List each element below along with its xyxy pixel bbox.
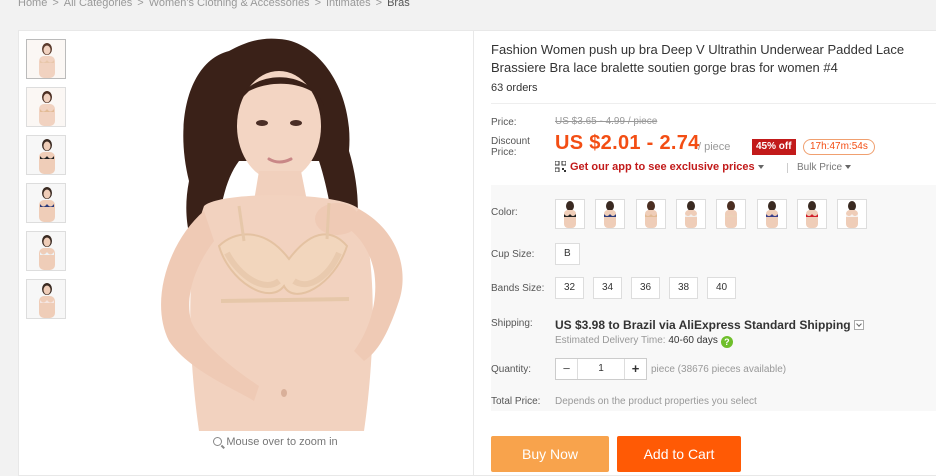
band-size-option-32[interactable]: 32 [555, 277, 585, 299]
thumbnail-3[interactable] [26, 135, 66, 175]
quantity-decrement-button[interactable]: − [556, 359, 578, 379]
panel-divider [473, 31, 474, 476]
quantity-available: piece (38676 pieces available) [651, 364, 787, 375]
total-price-value: Depends on the product properties you se… [555, 396, 757, 407]
color-swatch-black[interactable] [555, 199, 585, 229]
zoom-hint: Mouse over to zoom in [79, 436, 472, 448]
product-panel: Mouse over to zoom in Fashion Women push… [18, 30, 936, 476]
cup-size-label: Cup Size: [491, 249, 535, 260]
color-swatches [555, 199, 874, 229]
breadcrumb-separator: > [375, 0, 383, 9]
original-price: US $3.65 - 4.99 / piece [555, 116, 658, 127]
band-size-option-40[interactable]: 40 [707, 277, 737, 299]
total-price-label: Total Price: [491, 396, 541, 407]
breadcrumb: Home > All Categories > Women's Clothing & A… [18, 0, 410, 11]
shipping-label: Shipping: [491, 318, 533, 329]
app-promo-text: Get our app to see exclusive prices [570, 161, 755, 173]
delivery-value: 40-60 days [668, 335, 718, 346]
breadcrumb-separator: > [137, 0, 144, 9]
band-size-option-38[interactable]: 38 [669, 277, 699, 299]
bulk-price-dropdown[interactable]: Bulk Price [786, 162, 852, 173]
breadcrumb-separator: > [314, 0, 321, 9]
app-promo-link[interactable]: Get our app to see exclusive prices [555, 161, 764, 173]
countdown-timer: 17h:47m:54s [803, 139, 875, 155]
band-size-option-36[interactable]: 36 [631, 277, 661, 299]
color-label: Color: [491, 207, 518, 218]
color-swatch-white[interactable] [837, 199, 868, 229]
bulk-price-label: Bulk Price [797, 162, 843, 173]
breadcrumb-womens-clothing[interactable]: Women's Clothing & Accessories [149, 0, 310, 9]
thumbnail-1[interactable] [26, 39, 66, 79]
cup-size-option-b[interactable]: B [555, 243, 580, 265]
qr-code-icon [555, 161, 566, 172]
quantity-stepper: − 1 + [555, 358, 647, 380]
breadcrumb-separator: > [52, 0, 59, 9]
price-label: Price: [491, 117, 517, 128]
discount-price: US $2.01 - 2.74 [555, 132, 700, 154]
chevron-down-icon [757, 165, 764, 169]
add-to-cart-button[interactable]: Add to Cart [617, 436, 741, 472]
thumbnail-6[interactable] [26, 279, 66, 319]
quantity-label: Quantity: [491, 364, 532, 375]
color-swatch-navy-lace[interactable] [756, 199, 787, 229]
chevron-down-icon [845, 165, 852, 169]
quantity-increment-button[interactable]: + [624, 359, 646, 379]
color-swatch-red[interactable] [797, 199, 828, 229]
color-swatch-nude-lace[interactable] [716, 199, 747, 229]
per-unit: / piece [698, 141, 731, 153]
order-count: 63 orders [491, 82, 538, 94]
discount-price-label: Discount Price: [491, 136, 530, 158]
quantity-input[interactable]: 1 [578, 359, 624, 379]
zoom-hint-text: Mouse over to zoom in [226, 436, 338, 448]
discount-badge: 45% off [752, 139, 796, 155]
breadcrumb-current: Bras [387, 0, 410, 9]
divider [491, 103, 936, 104]
product-detail: Fashion Women push up bra Deep V Ultrath… [491, 31, 936, 476]
color-swatch-nude[interactable] [635, 199, 666, 229]
chevron-down-icon[interactable] [853, 320, 864, 330]
help-icon[interactable]: ? [720, 336, 733, 348]
breadcrumb-all-categories[interactable]: All Categories [64, 0, 132, 9]
color-swatch-navy[interactable] [595, 199, 626, 229]
product-title: Fashion Women push up bra Deep V Ultrath… [491, 42, 905, 75]
band-size-label: Bands Size: [491, 283, 545, 294]
shipping-summary-text: US $3.98 to Brazil via AliExpress Standa… [555, 318, 851, 332]
breadcrumb-intimates[interactable]: Intimates [326, 0, 371, 9]
color-swatch-white-lace[interactable] [676, 199, 707, 229]
band-size-option-34[interactable]: 34 [593, 277, 623, 299]
delivery-time: Estimated Delivery Time: 40-60 days? [555, 335, 733, 348]
thumbnail-2[interactable] [26, 87, 66, 127]
thumbnail-4[interactable] [26, 183, 66, 223]
thumbnail-list [26, 39, 68, 327]
magnifier-icon [213, 437, 223, 446]
buy-now-button[interactable]: Buy Now [491, 436, 609, 472]
delivery-label: Estimated Delivery Time: [555, 335, 666, 346]
product-image[interactable] [79, 31, 472, 431]
thumbnail-5[interactable] [26, 231, 66, 271]
shipping-summary[interactable]: US $3.98 to Brazil via AliExpress Standa… [555, 318, 864, 332]
breadcrumb-home[interactable]: Home [18, 0, 47, 9]
